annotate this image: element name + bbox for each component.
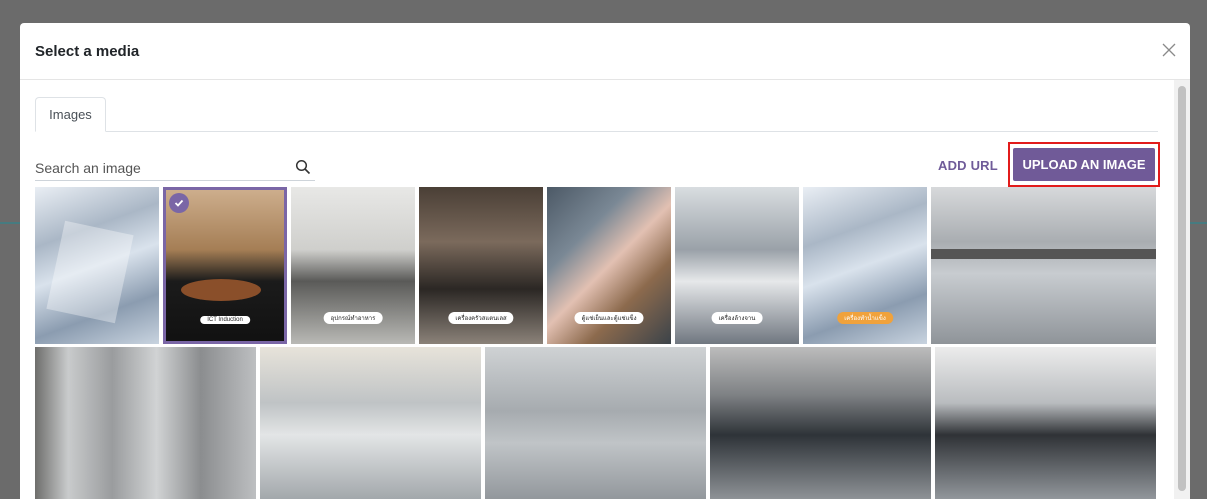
- media-thumbnail-ice-cubes-2[interactable]: เครื่องทำน้ำแข็ง: [803, 187, 927, 344]
- tab-bar: Images: [35, 97, 1158, 132]
- dialog-title: Select a media: [35, 43, 140, 60]
- media-thumbnail-gas-stove[interactable]: เครื่องครัวสแตนเลส: [419, 187, 543, 344]
- media-thumbnail-fridge[interactable]: [35, 347, 256, 499]
- selected-check-icon: [169, 193, 189, 213]
- backdrop-line-right: [1190, 222, 1207, 224]
- image-tag: เครื่องทำน้ำแข็ง: [837, 312, 893, 324]
- media-dialog: Select a media Images ADD URL UPLOAD AN …: [20, 23, 1190, 499]
- vertical-scrollbar[interactable]: [1174, 80, 1190, 499]
- media-thumbnail-fish-ice[interactable]: ตู้แช่เย็นและตู้แช่แข็ง: [547, 187, 671, 344]
- backdrop-line-left: [0, 222, 20, 224]
- image-tag: เครื่องล้างจาน: [711, 312, 763, 324]
- media-thumbnail-dishwasher[interactable]: เครื่องล้างจาน: [675, 187, 799, 344]
- media-thumbnail-coffee-station[interactable]: [935, 347, 1156, 499]
- search-input[interactable]: [35, 157, 285, 179]
- scrollbar-thumb[interactable]: [1178, 86, 1186, 491]
- image-tag: ICT Induction: [200, 316, 250, 324]
- media-thumbnail-sink-counter[interactable]: [485, 347, 706, 499]
- image-tag: อุปกรณ์ทำอาหาร: [323, 312, 383, 324]
- close-button[interactable]: [1156, 37, 1182, 63]
- close-icon: [1162, 43, 1176, 57]
- media-thumbnail-ice-cubes[interactable]: [35, 187, 159, 344]
- add-url-button[interactable]: ADD URL: [938, 158, 998, 173]
- media-thumbnail-counter-fridge[interactable]: [260, 347, 481, 499]
- image-tag: เครื่องครัวสแตนเลส: [448, 312, 514, 324]
- pan-shape: [181, 279, 261, 301]
- image-tag: ตู้แช่เย็นและตู้แช่แข็ง: [574, 312, 644, 324]
- upload-image-button[interactable]: UPLOAD AN IMAGE: [1013, 148, 1155, 181]
- media-thumbnail-kitchen-wall[interactable]: อุปกรณ์ทำอาหาร: [291, 187, 415, 344]
- media-thumbnail-cooking-pan[interactable]: ICT Induction: [163, 187, 287, 344]
- media-thumbnail-steel-kitchen[interactable]: [931, 187, 1156, 344]
- ice-block: [46, 220, 134, 324]
- media-thumbnail-combi-oven[interactable]: [710, 347, 931, 499]
- search-box: [35, 157, 315, 181]
- search-icon[interactable]: [295, 159, 311, 175]
- range-top: [931, 249, 1156, 259]
- tab-images[interactable]: Images: [35, 97, 106, 132]
- dialog-header: Select a media: [20, 23, 1190, 80]
